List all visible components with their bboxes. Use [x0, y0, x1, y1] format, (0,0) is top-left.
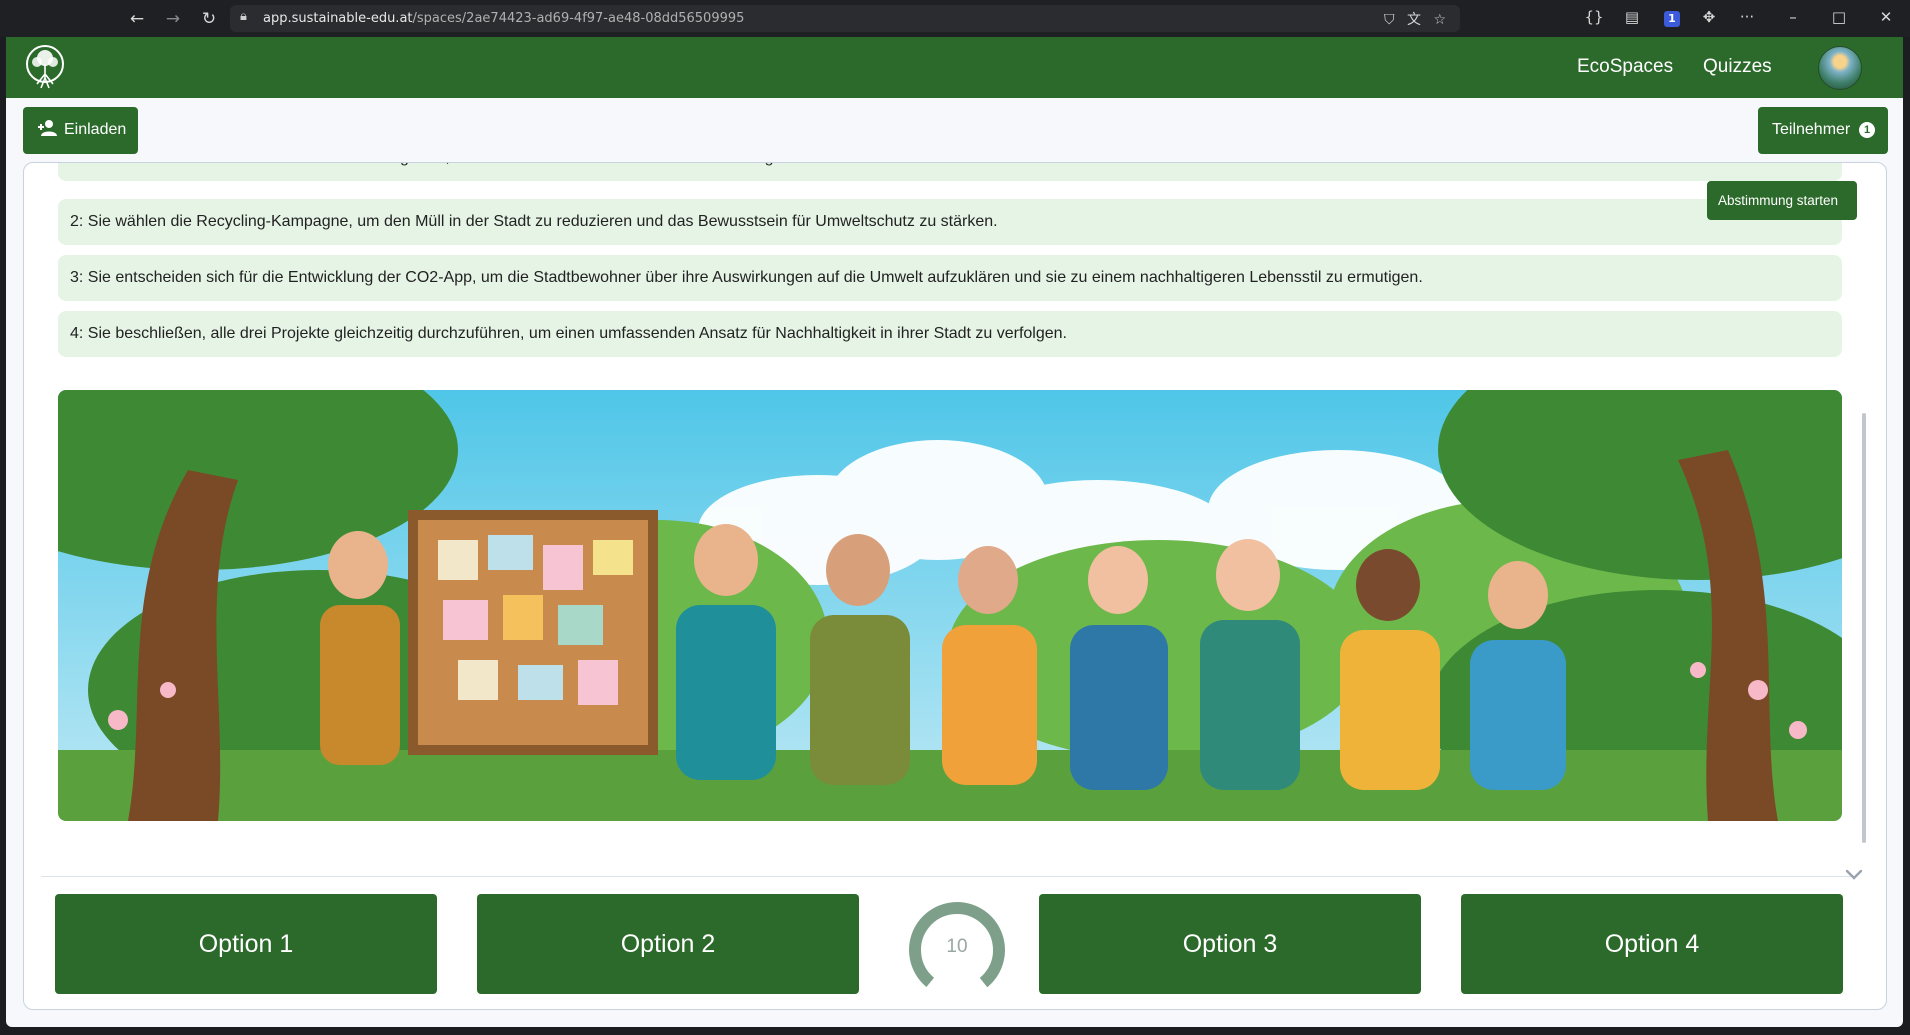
app-window: EcoSpaces Quizzes Einladen Teilnehmer 1 … [6, 37, 1903, 1027]
devtools-icon[interactable]: {} [1582, 8, 1606, 26]
answer-statement-2: 2: Sie wählen die Recycling-Kampagne, um… [58, 199, 1842, 245]
lock-icon: 🔒︎ [240, 9, 247, 24]
answer-statement-1: 1: Sie entscheiden sich für den Gemeinsc… [58, 163, 1842, 181]
forward-icon[interactable]: → [162, 9, 184, 29]
translate-icon[interactable]: 文 [1407, 12, 1421, 28]
nav-ecospaces[interactable]: EcoSpaces [1577, 56, 1673, 78]
countdown-timer: 10 [907, 900, 1007, 1000]
browser-toolbar: ← → ↻ 🔒︎ app.sustainable-edu.at/spaces/2… [0, 0, 1910, 37]
address-bar[interactable]: 🔒︎ app.sustainable-edu.at/spaces/2ae7442… [230, 5, 1460, 32]
add-user-icon [38, 120, 57, 136]
avatar[interactable] [1818, 46, 1862, 90]
maximize-icon[interactable]: □ [1827, 8, 1851, 26]
answer-statement-4: 4: Sie beschließen, alle drei Projekte g… [58, 311, 1842, 357]
tree-logo-icon[interactable] [23, 44, 67, 90]
extension-icon[interactable]: 1 [1660, 8, 1684, 27]
divider [41, 876, 1855, 877]
participants-label: Teilnehmer [1772, 121, 1851, 138]
more-menu-icon[interactable]: ··· [1735, 8, 1759, 26]
url-text[interactable]: app.sustainable-edu.at/spaces/2ae74423-a… [263, 11, 744, 26]
question-card: 1: Sie entscheiden sich für den Gemeinsc… [23, 162, 1887, 1010]
option-3-button[interactable]: Option 3 [1039, 894, 1421, 994]
url-path: /spaces/2ae74423-ad69-4f97-ae48-08dd5650… [412, 11, 745, 26]
back-icon[interactable]: ← [126, 9, 148, 29]
close-icon[interactable]: ✕ [1874, 8, 1898, 26]
option-1-button[interactable]: Option 1 [55, 894, 437, 994]
timer-value: 10 [946, 936, 968, 957]
answer-statement-3: 3: Sie entscheiden sich für die Entwickl… [58, 255, 1842, 301]
start-vote-button[interactable]: Abstimmung starten [1707, 181, 1857, 220]
address-bar-tools: ⛉ 文 ☆ [1384, 9, 1446, 29]
nav-quizzes[interactable]: Quizzes [1703, 56, 1772, 78]
participants-button[interactable]: Teilnehmer 1 [1758, 107, 1888, 154]
url-host: app.sustainable-edu.at [263, 11, 413, 26]
invite-label: Einladen [64, 121, 127, 138]
reload-icon[interactable]: ↻ [198, 9, 220, 29]
invite-button[interactable]: Einladen [23, 107, 138, 154]
minimize-icon[interactable]: – [1781, 8, 1805, 26]
participants-count-badge: 1 [1859, 122, 1875, 138]
chevron-down-icon[interactable] [1843, 863, 1865, 885]
question-scroll-area[interactable]: 1: Sie entscheiden sich für den Gemeinsc… [24, 163, 1852, 870]
app-header: EcoSpaces Quizzes [6, 37, 1903, 98]
reader-icon[interactable]: ▤ [1620, 8, 1644, 26]
option-4-button[interactable]: Option 4 [1461, 894, 1843, 994]
option-2-button[interactable]: Option 2 [477, 894, 859, 994]
shield-icon[interactable]: ⛉ [1384, 12, 1395, 28]
bookmark-icon[interactable]: ☆ [1433, 12, 1446, 28]
students-illustration [58, 390, 1842, 821]
extensions-puzzle-icon[interactable]: ✥ [1697, 8, 1721, 26]
scrollbar[interactable] [1862, 413, 1866, 843]
